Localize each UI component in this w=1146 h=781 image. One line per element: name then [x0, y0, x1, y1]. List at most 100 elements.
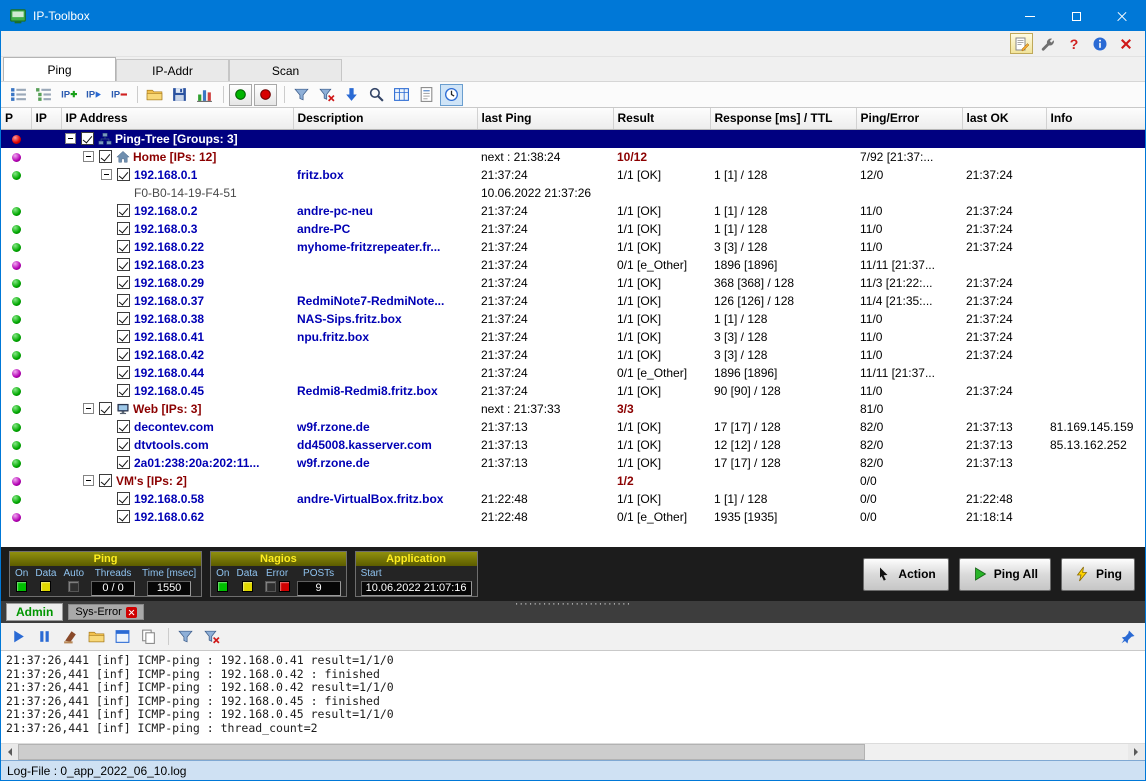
maximize-button[interactable] [1053, 1, 1099, 31]
ip-row[interactable]: 2a01:238:20a:202:11...w9f.rzone.de21:37:… [1, 454, 1145, 472]
group-row[interactable]: Home [IPs: 12]next : 21:38:2410/127/92 [… [1, 148, 1145, 166]
row-checkbox[interactable] [117, 510, 130, 523]
ping-button[interactable]: Ping [1061, 558, 1135, 591]
minimize-button[interactable] [1007, 1, 1053, 31]
ip-row[interactable]: 192.168.0.38NAS-Sips.fritz.box21:37:241/… [1, 310, 1145, 328]
action-button[interactable]: Action [863, 558, 948, 591]
tree-expander-icon[interactable] [83, 403, 94, 414]
grid-view-icon[interactable] [390, 84, 413, 106]
log-filter-icon[interactable] [174, 626, 197, 648]
record-start-icon[interactable] [229, 84, 252, 106]
open-file-icon[interactable] [143, 84, 166, 106]
row-checkbox[interactable] [99, 474, 112, 487]
row-checkbox[interactable] [99, 402, 112, 415]
ip-insert-icon[interactable]: IP [82, 84, 105, 106]
row-checkbox[interactable] [117, 384, 130, 397]
row-checkbox[interactable] [117, 276, 130, 289]
download-icon[interactable] [340, 84, 363, 106]
ip-row[interactable]: 192.168.0.6221:22:480/1 [e_Other]1935 [1… [1, 508, 1145, 526]
ip-remove-icon[interactable]: IP [107, 84, 130, 106]
ip-row[interactable]: 192.168.0.2andre-pc-neu21:37:241/1 [OK]1… [1, 202, 1145, 220]
row-checkbox[interactable] [117, 294, 130, 307]
column-header-p[interactable]: P [1, 108, 31, 129]
exit-icon[interactable] [1114, 33, 1137, 54]
row-checkbox[interactable] [117, 492, 130, 505]
tools-icon[interactable] [1036, 33, 1059, 54]
filter-icon[interactable] [290, 84, 313, 106]
save-icon[interactable] [168, 84, 191, 106]
ip-row[interactable]: 192.168.0.4421:37:240/1 [e_Other]1896 [1… [1, 364, 1145, 382]
ip-row[interactable]: dtvtools.comdd45008.kasserver.com21:37:1… [1, 436, 1145, 454]
ip-row[interactable]: decontev.comw9f.rzone.de21:37:131/1 [OK]… [1, 418, 1145, 436]
column-header-ip-address[interactable]: IP Address [61, 108, 293, 129]
column-header-ip[interactable]: IP [31, 108, 61, 129]
log-play-icon[interactable] [7, 626, 30, 648]
column-header-result[interactable]: Result [613, 108, 710, 129]
log-filter-clear-icon[interactable] [200, 626, 223, 648]
edit-config-icon[interactable] [1010, 33, 1033, 54]
root-row[interactable]: Ping-Tree [Groups: 3] [1, 129, 1145, 148]
ip-row[interactable]: 192.168.0.2921:37:241/1 [OK]368 [368] / … [1, 274, 1145, 292]
tree-list-icon[interactable] [32, 84, 55, 106]
tree-expander-icon[interactable] [65, 133, 76, 144]
group-row[interactable]: Web [IPs: 3]next : 21:37:333/381/0 [1, 400, 1145, 418]
column-header-last-ok[interactable]: last OK [962, 108, 1046, 129]
row-checkbox[interactable] [117, 456, 130, 469]
tree-expander-icon[interactable] [83, 475, 94, 486]
scroll-right-arrow[interactable] [1128, 744, 1145, 760]
ping-all-button[interactable]: Ping All [959, 558, 1051, 591]
log-output[interactable]: 21:37:26,441 [inf] ICMP-ping : 192.168.0… [1, 651, 1145, 743]
group-row[interactable]: VM's [IPs: 2]1/20/0 [1, 472, 1145, 490]
ip-row[interactable]: 192.168.0.22myhome-fritzrepeater.fr...21… [1, 238, 1145, 256]
log-tab-admin[interactable]: Admin [6, 603, 63, 621]
scroll-left-arrow[interactable] [1, 744, 18, 760]
report-icon[interactable] [415, 84, 438, 106]
ip-row[interactable]: 192.168.0.4221:37:241/1 [OK]3 [3] / 1281… [1, 346, 1145, 364]
row-checkbox[interactable] [117, 240, 130, 253]
mac-row[interactable]: F0-B0-14-19-F4-5110.06.2022 21:37:26 [1, 184, 1145, 202]
row-checkbox[interactable] [117, 222, 130, 235]
row-checkbox[interactable] [117, 168, 130, 181]
row-checkbox[interactable] [117, 420, 130, 433]
row-checkbox[interactable] [117, 348, 130, 361]
log-tab-sys-error[interactable]: Sys-Error [68, 604, 143, 620]
list-view-icon[interactable] [7, 84, 30, 106]
row-checkbox[interactable] [117, 258, 130, 271]
info-icon[interactable] [1088, 33, 1111, 54]
ip-row[interactable]: 192.168.0.37RedmiNote7-RedmiNote...21:37… [1, 292, 1145, 310]
column-header-ping-error[interactable]: Ping/Error [856, 108, 962, 129]
splitter-grip[interactable] [515, 598, 632, 610]
title-bar[interactable]: IP-Toolbox [1, 1, 1145, 31]
pin-icon[interactable] [1116, 626, 1139, 648]
log-window-icon[interactable] [111, 626, 134, 648]
tree-expander-icon[interactable] [101, 169, 112, 180]
horizontal-scrollbar[interactable] [1, 743, 1145, 760]
row-checkbox[interactable] [81, 132, 94, 145]
tree-expander-icon[interactable] [83, 151, 94, 162]
row-checkbox[interactable] [117, 312, 130, 325]
ip-row[interactable]: 192.168.0.2321:37:240/1 [e_Other]1896 [1… [1, 256, 1145, 274]
record-stop-icon[interactable] [254, 84, 277, 106]
column-header-last-ping[interactable]: last Ping [477, 108, 613, 129]
row-checkbox[interactable] [99, 150, 112, 163]
tab-ping[interactable]: Ping [3, 57, 116, 81]
row-checkbox[interactable] [117, 438, 130, 451]
row-checkbox[interactable] [117, 366, 130, 379]
scroll-thumb[interactable] [18, 744, 865, 760]
ip-add-icon[interactable]: IP [57, 84, 80, 106]
clock-icon[interactable] [440, 84, 463, 106]
log-pause-icon[interactable] [33, 626, 56, 648]
ip-row[interactable]: 192.168.0.3andre-PC21:37:241/1 [OK]1 [1]… [1, 220, 1145, 238]
ip-row[interactable]: 192.168.0.1fritz.box21:37:241/1 [OK]1 [1… [1, 166, 1145, 184]
column-header-info[interactable]: Info [1046, 108, 1145, 129]
help-icon[interactable]: ? [1062, 33, 1085, 54]
log-folder-icon[interactable] [85, 626, 108, 648]
log-copy-icon[interactable] [137, 626, 160, 648]
row-checkbox[interactable] [117, 330, 130, 343]
ip-row[interactable]: 192.168.0.45Redmi8-Redmi8.fritz.box21:37… [1, 382, 1145, 400]
column-header-description[interactable]: Description [293, 108, 477, 129]
column-header-response-ms-ttl[interactable]: Response [ms] / TTL [710, 108, 856, 129]
tab-ip-addr[interactable]: IP-Addr [116, 59, 229, 81]
ip-row[interactable]: 192.168.0.58andre-VirtualBox.fritz.box21… [1, 490, 1145, 508]
filter-clear-icon[interactable] [315, 84, 338, 106]
